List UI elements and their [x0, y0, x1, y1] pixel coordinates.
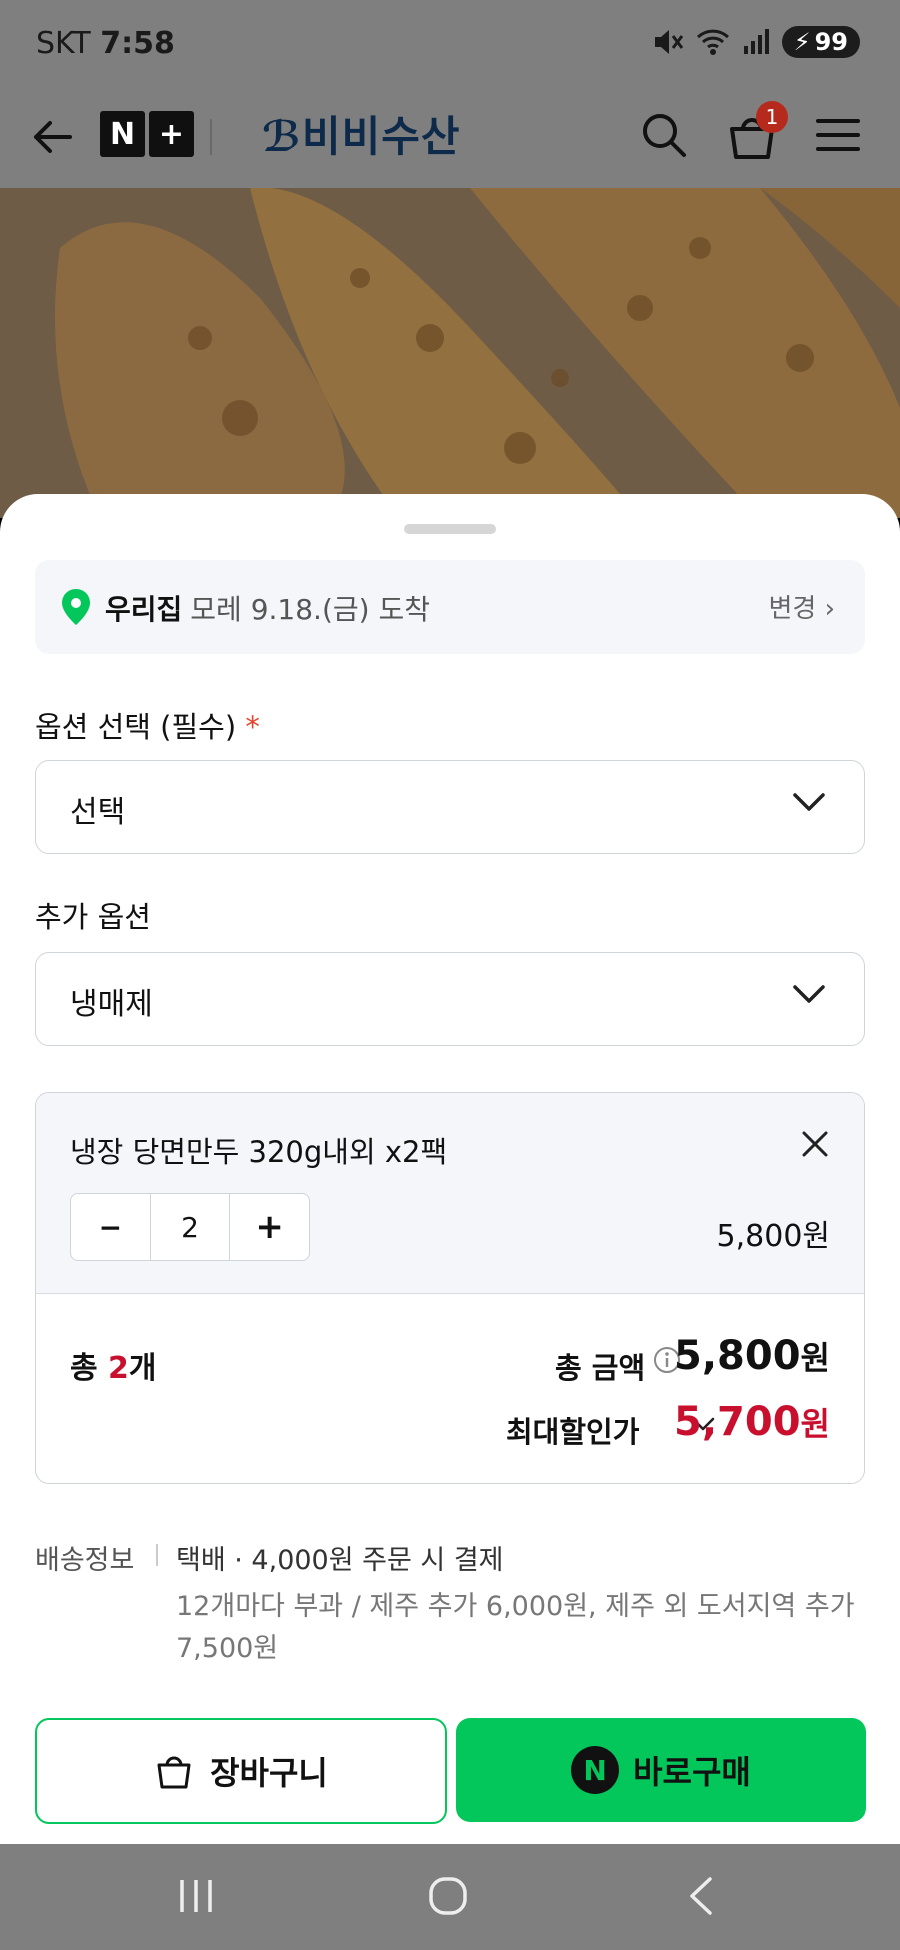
- signal-icon: [743, 29, 769, 54]
- naver-plus-logo[interactable]: N +: [100, 111, 194, 157]
- shipping-method: 택배 · 4,000원 주문 시 결제: [176, 1545, 504, 1576]
- recent-apps-icon[interactable]: [176, 1878, 216, 1914]
- extra-option-select[interactable]: 냉매제: [35, 952, 865, 1046]
- add-to-cart-button[interactable]: 장바구니: [35, 1718, 447, 1824]
- location-pin-icon: [62, 589, 90, 625]
- extra-option-value: 냉매제: [70, 987, 153, 1022]
- shopping-bag-icon: [157, 1756, 191, 1789]
- product-image: [0, 188, 900, 518]
- total-amount: 5,800원: [674, 1333, 830, 1379]
- buy-now-button[interactable]: N 바로구매: [456, 1718, 866, 1822]
- required-option-label: 옵션 선택 (필수) *: [35, 710, 260, 744]
- required-option-value: 선택: [70, 795, 126, 830]
- mute-icon: [654, 30, 683, 54]
- home-icon[interactable]: [428, 1876, 468, 1916]
- status-bar: SKT 7:58 ⚡ 99: [0, 0, 900, 85]
- app-header: N + ℬ비비수산 1: [0, 85, 900, 189]
- quantity-value[interactable]: 2: [149, 1194, 231, 1260]
- status-icons: ⚡ 99: [652, 24, 860, 60]
- search-icon[interactable]: [638, 109, 690, 161]
- total-amount-label: 총 금액: [555, 1351, 646, 1385]
- option-sheet: 우리집 모레 9.18.(금) 도착 변경 › 옵션 선택 (필수) * 선택 추…: [0, 494, 900, 1844]
- shipping-extra-fees: 12개마다 부과 / 제주 추가 6,000원, 제주 외 도서지역 추가 7,…: [176, 1591, 855, 1664]
- selected-item-box: 냉장 당면만두 320g내외 x2팩 − 2 + 5,800원 총 2개 총 금…: [35, 1092, 865, 1484]
- selected-item-name: 냉장 당면만두 320g내외 x2팩: [70, 1135, 448, 1169]
- shipping-divider: [156, 1544, 158, 1566]
- charging-icon: ⚡: [793, 28, 811, 56]
- dumplings-photo: [0, 188, 900, 518]
- delivery-change-link[interactable]: 변경 ›: [768, 588, 835, 625]
- chevron-down-icon: [793, 985, 825, 1003]
- item-price: 5,800원: [716, 1219, 830, 1254]
- required-option-select[interactable]: 선택: [35, 760, 865, 854]
- brand-mark-icon: ℬ: [262, 112, 302, 161]
- delivery-eta: 우리집 모레 9.18.(금) 도착: [105, 593, 430, 626]
- shipping-info-label: 배송정보: [35, 1545, 135, 1576]
- header-divider: [210, 119, 212, 155]
- close-icon[interactable]: [800, 1129, 830, 1159]
- decrease-button[interactable]: −: [71, 1194, 150, 1260]
- max-discount-toggle[interactable]: 최대할인가: [506, 1409, 639, 1451]
- status-carrier-time: SKT 7:58: [36, 26, 175, 61]
- system-nav-bar: [0, 1844, 900, 1950]
- store-brand-logo[interactable]: ℬ비비수산: [262, 103, 461, 164]
- back-arrow-icon[interactable]: [28, 113, 76, 161]
- wifi-icon: [696, 29, 729, 55]
- quantity-stepper: − 2 +: [70, 1193, 310, 1261]
- max-discount-amount: 5,700원: [674, 1399, 830, 1445]
- total-count: 총 2개: [70, 1351, 157, 1386]
- increase-button[interactable]: +: [230, 1194, 309, 1260]
- selected-item-row: 냉장 당면만두 320g내외 x2팩 − 2 + 5,800원: [36, 1093, 864, 1294]
- cart-count-badge: 1: [756, 101, 788, 133]
- naver-pay-icon: N: [571, 1746, 620, 1794]
- battery-indicator: ⚡ 99: [781, 26, 860, 58]
- extra-option-label: 추가 옵션: [35, 900, 151, 934]
- back-nav-icon[interactable]: [686, 1876, 716, 1916]
- delivery-info-bar: 우리집 모레 9.18.(금) 도착 변경 ›: [35, 560, 865, 654]
- sheet-drag-handle[interactable]: [404, 524, 496, 534]
- menu-icon[interactable]: [814, 115, 862, 155]
- chevron-down-icon: [793, 793, 825, 811]
